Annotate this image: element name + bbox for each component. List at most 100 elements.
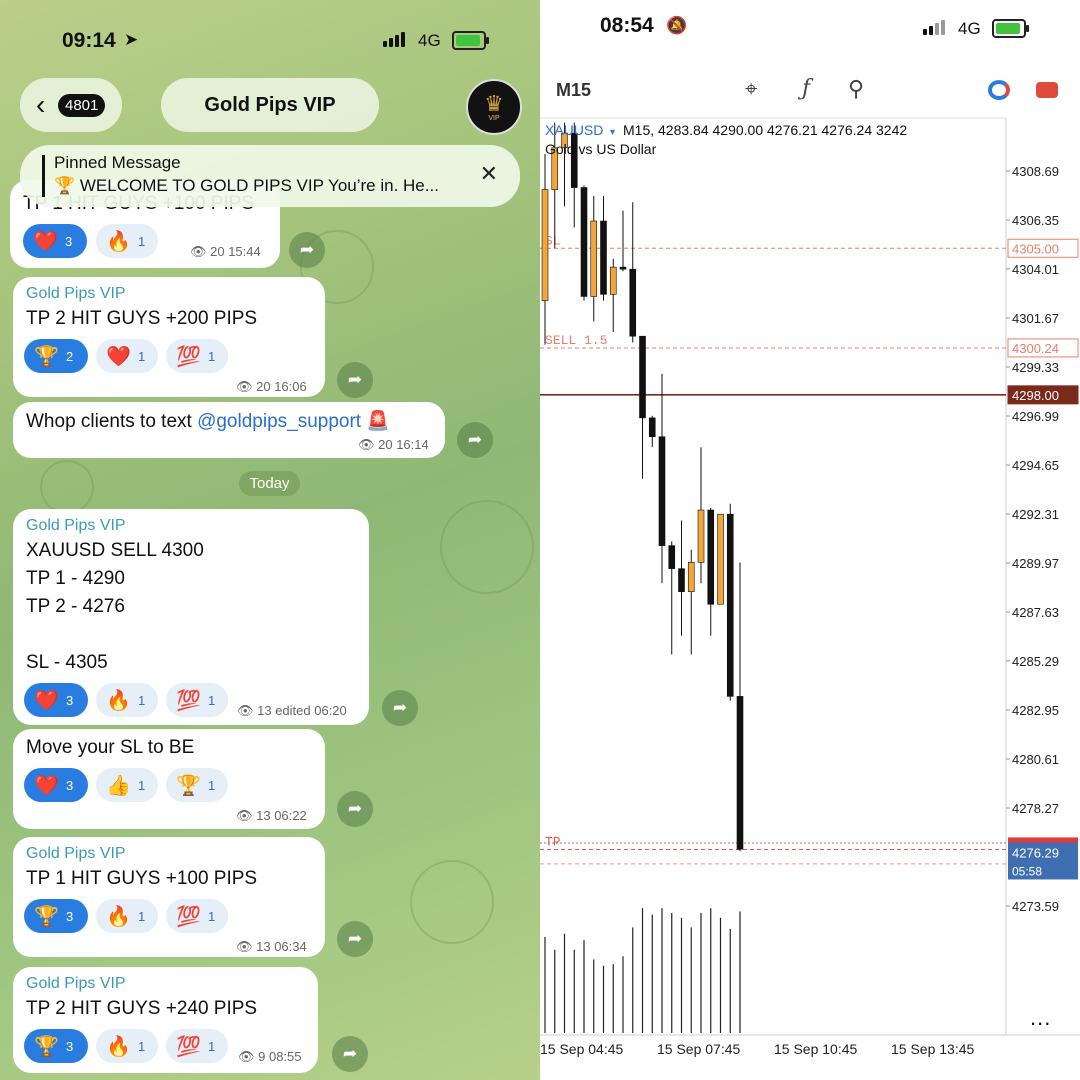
chart-pane: 08:54 🔕 4G M15 ⌖ ƒ ⚲ 4308.69 4306.35 4304.… — [540, 0, 1080, 1080]
candle-body — [736, 696, 744, 850]
candle-body — [639, 335, 646, 419]
y-tick-label: 4301.67 — [1012, 311, 1059, 326]
reaction-chip[interactable]: 🏆 3 — [24, 899, 88, 933]
battery-icon — [452, 31, 489, 50]
message-bubble[interactable]: Move your SL to BE ❤️ 3 👍 1 🏆 1 👁 13 06:22 — [13, 729, 325, 829]
reaction-chip[interactable]: ❤️ 1 — [96, 339, 158, 373]
y-tick-label: 4278.27 — [1012, 801, 1059, 816]
message-bubble[interactable]: Gold Pips VIP TP 2 HIT GUYS +200 PIPS 🏆 2… — [13, 277, 325, 397]
back-button[interactable]: ‹ 4801 — [20, 78, 122, 132]
reaction-chip[interactable]: 🏆 1 — [166, 768, 228, 802]
price-tag-label: 4305.00 — [1012, 241, 1059, 256]
reaction-chip[interactable]: 💯 1 — [166, 899, 228, 933]
reaction-chip[interactable]: 🏆 2 — [24, 339, 88, 373]
forward-button[interactable]: ➦ — [382, 690, 418, 726]
forward-button[interactable]: ➦ — [337, 791, 373, 827]
candle-body — [717, 513, 724, 605]
signal-icon — [383, 31, 405, 47]
reaction-chip[interactable]: 🔥 1 — [96, 683, 158, 717]
y-tick-label: 4289.97 — [1012, 556, 1059, 571]
message-sender: Gold Pips VIP — [26, 517, 126, 534]
reaction-chip[interactable]: 🏆 3 — [24, 1029, 88, 1063]
message-sender: Gold Pips VIP — [26, 285, 126, 302]
message-meta: 👁 20 16:14 — [358, 437, 429, 452]
y-tick-label: 4296.99 — [1012, 409, 1059, 424]
trade-level-label: SELL 1.5 — [545, 333, 607, 348]
y-tick-label: 4280.61 — [1012, 752, 1059, 767]
countdown-label: 05:58 — [1012, 864, 1042, 878]
close-icon[interactable]: ✕ — [480, 161, 498, 187]
message-meta: 👁 20 16:06 — [236, 379, 307, 394]
y-tick-label: 4308.69 — [1012, 164, 1059, 179]
status-time: 09:14 — [62, 29, 116, 52]
candle-body — [726, 513, 734, 697]
symbol-label: XAUUSD — [545, 122, 603, 138]
reaction-chip[interactable]: 💯 1 — [166, 1029, 228, 1063]
bid-price-label: 4276.29 — [1012, 845, 1059, 860]
candle-body — [668, 545, 676, 569]
forward-button[interactable]: ➦ — [337, 362, 373, 398]
status-bar: 09:14 ➤ 4G — [0, 0, 540, 80]
forward-button[interactable]: ➦ — [457, 422, 493, 458]
x-tick-label: 15 Sep 13:45 — [891, 1041, 975, 1057]
chat-pane: 09:14 ➤ 4G ‹ 4801 Gold Pips VIP ♛ VIP TP… — [0, 0, 540, 1080]
avatar-label: VIP — [488, 114, 500, 122]
message-meta: 👁 9 08:55 — [238, 1049, 302, 1064]
message-text: TP 2 HIT GUYS +200 PIPS — [26, 308, 258, 329]
message-sender: Gold Pips VIP — [26, 975, 126, 992]
y-tick-label: 4306.35 — [1012, 213, 1059, 228]
date-separator: Today — [239, 471, 300, 496]
reaction-chip[interactable]: ❤️ 3 — [23, 224, 87, 258]
background-doodle — [40, 460, 94, 514]
price-tag-label: 4300.24 — [1012, 341, 1059, 356]
message-text: XAUUSD SELL 4300 TP 1 - 4290 TP 2 - 4276… — [26, 540, 204, 673]
ask-tag — [1008, 837, 1078, 843]
candle-body — [658, 436, 666, 546]
reaction-chip[interactable]: 🔥 1 — [96, 1029, 158, 1063]
chat-title[interactable]: Gold Pips VIP — [161, 78, 379, 132]
y-tick-label: 4287.63 — [1012, 605, 1059, 620]
forward-button[interactable]: ➦ — [337, 921, 373, 957]
reaction-chip[interactable]: 🔥 1 — [96, 224, 158, 258]
message-sender: Gold Pips VIP — [26, 845, 126, 862]
reaction-chip[interactable]: ❤️ 3 — [24, 683, 88, 717]
symbol-description: Gold vs US Dollar — [545, 141, 657, 157]
reaction-chip[interactable]: 🔥 1 — [96, 899, 158, 933]
message-text: Move your SL to BE — [26, 737, 195, 758]
y-tick-label: 4299.33 — [1012, 360, 1059, 375]
candle-body — [629, 268, 637, 337]
dropdown-icon: ▾ — [610, 127, 615, 138]
price-chart[interactable]: 4308.69 4306.35 4304.01 4301.67 4299.33 4296.… — [540, 0, 1080, 1080]
candle-body — [541, 189, 549, 301]
forward-button[interactable]: ➦ — [332, 1036, 368, 1072]
candle-body — [678, 568, 685, 592]
mention-link[interactable]: @goldpips_support — [197, 411, 361, 432]
message-text: TP 2 HIT GUYS +240 PIPS — [26, 998, 258, 1019]
message-meta: 👁 20 15:44 — [190, 244, 261, 259]
background-doodle — [410, 860, 494, 944]
crown-icon: ♛ — [484, 90, 504, 116]
message-meta: 👁 13 06:22 — [236, 808, 307, 823]
reaction-chip[interactable]: 💯 1 — [166, 683, 228, 717]
x-tick-label: 15 Sep 07:45 — [657, 1041, 741, 1057]
y-tick-label: 4282.95 — [1012, 703, 1059, 718]
y-tick-label: 4294.65 — [1012, 458, 1059, 473]
more-icon[interactable]: ... — [1030, 1005, 1051, 1031]
reaction-chip[interactable]: ❤️ 3 — [24, 768, 88, 802]
reaction-chip[interactable]: 💯 1 — [166, 339, 228, 373]
forward-button[interactable]: ➦ — [289, 232, 325, 268]
reaction-chip[interactable]: 👍 1 — [96, 768, 158, 802]
message-bubble[interactable]: Gold Pips VIP XAUUSD SELL 4300 TP 1 - 42… — [13, 509, 369, 725]
candle-body — [648, 417, 656, 438]
message-bubble[interactable]: Gold Pips VIP TP 1 HIT GUYS +100 PIPS 🏆 3… — [13, 837, 325, 957]
message-text: TP 1 HIT GUYS +100 PIPS — [26, 868, 258, 889]
message-bubble[interactable]: Gold Pips VIP TP 2 HIT GUYS +240 PIPS 🏆 3… — [13, 967, 318, 1073]
message-bubble[interactable]: Whop clients to text @goldpips_support 🚨… — [13, 402, 445, 458]
y-tick-label: 4285.29 — [1012, 654, 1059, 669]
pinned-message-bar[interactable]: Pinned Message 🏆 WELCOME TO GOLD PIPS VI… — [20, 145, 520, 207]
channel-avatar[interactable]: ♛ VIP — [466, 79, 522, 135]
candle-body — [609, 266, 617, 295]
unread-count-badge: 4801 — [58, 94, 106, 117]
pinned-title: Pinned Message — [54, 153, 181, 172]
message-text: Whop clients to text @goldpips_support 🚨 — [26, 411, 391, 432]
